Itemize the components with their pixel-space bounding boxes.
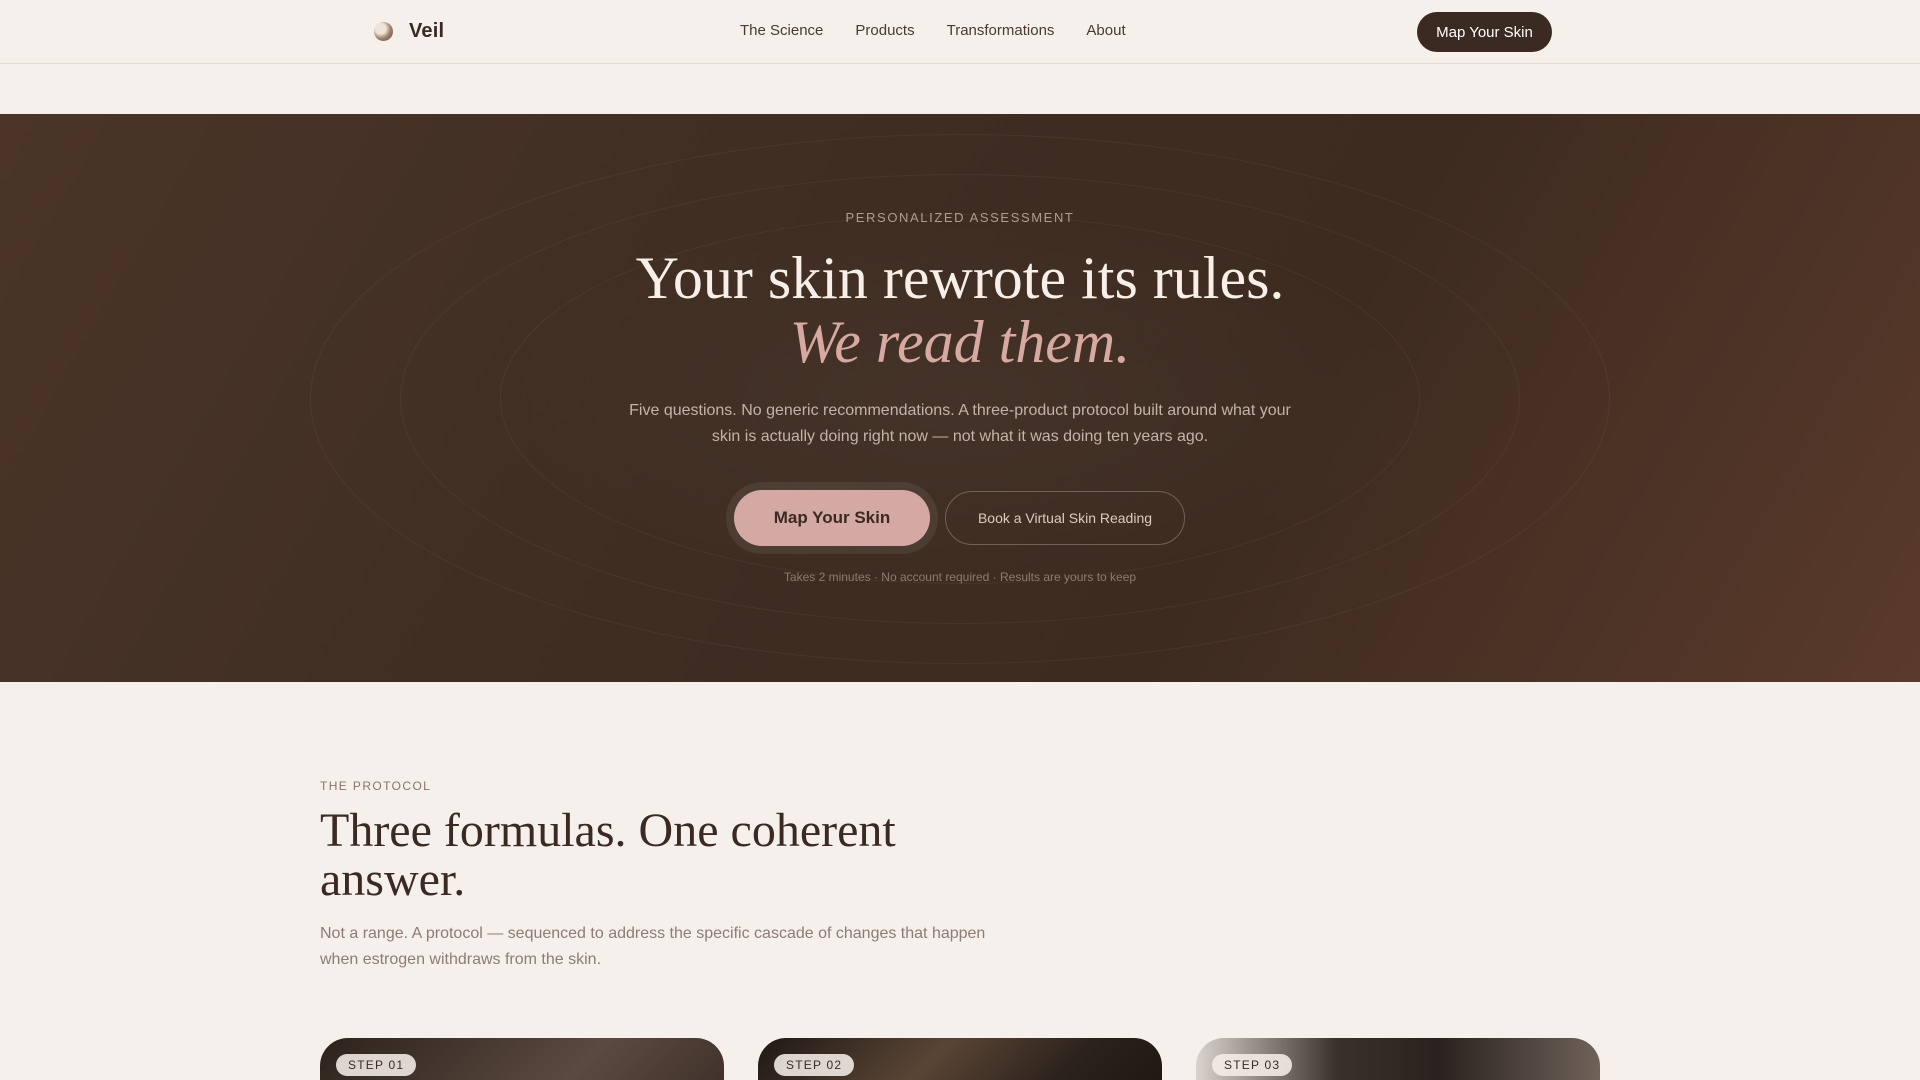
nav-link-transformations[interactable]: Transformations [947, 22, 1055, 39]
nav-link-about[interactable]: About [1086, 22, 1125, 39]
hero-subtitle: Five questions. No generic recommendatio… [629, 402, 1291, 445]
step-badge: STEP 03 [1212, 1054, 1293, 1076]
protocol-eyebrow: THE PROTOCOL [320, 779, 432, 793]
protocol-cards: STEP 01 STEP 02 STEP 03 [320, 1038, 1600, 1080]
hero-map-your-skin-button[interactable]: Map Your Skin [734, 490, 930, 546]
step-badge: STEP 02 [774, 1054, 855, 1076]
hero-title: Your skin rewrote its rules. [635, 245, 1285, 311]
hero-note: Takes 2 minutes · No account required · … [783, 570, 1137, 584]
nav-map-your-skin-button[interactable]: Map Your Skin [1417, 12, 1552, 52]
hero-title-emphasis: We read them. [789, 309, 1131, 375]
book-skin-reading-button[interactable]: Book a Virtual Skin Reading [945, 491, 1185, 545]
protocol-title: Three formulas. One coherent answer. [320, 804, 896, 906]
hero-section: PERSONALIZED ASSESSMENT Your skin rewrot… [0, 114, 1920, 682]
product-card-step-1[interactable]: STEP 01 [320, 1038, 724, 1080]
product-card-step-2[interactable]: STEP 02 [758, 1038, 1162, 1080]
hero-eyebrow: PERSONALIZED ASSESSMENT [845, 210, 1075, 225]
nav-link-products[interactable]: Products [855, 22, 914, 39]
step-badge: STEP 01 [336, 1054, 417, 1076]
globe-mark-icon [374, 22, 393, 41]
brand-name: Veil [409, 20, 445, 42]
primary-nav: The Science Products Transformations Abo… [740, 22, 1126, 39]
protocol-subtitle: Not a range. A protocol — sequenced to a… [320, 925, 986, 968]
top-navigation: Veil The Science Products Transformation… [0, 0, 1920, 64]
nav-link-the-science[interactable]: The Science [740, 22, 823, 39]
product-card-step-3[interactable]: STEP 03 [1196, 1038, 1600, 1080]
brand-logo[interactable]: Veil [374, 20, 444, 43]
